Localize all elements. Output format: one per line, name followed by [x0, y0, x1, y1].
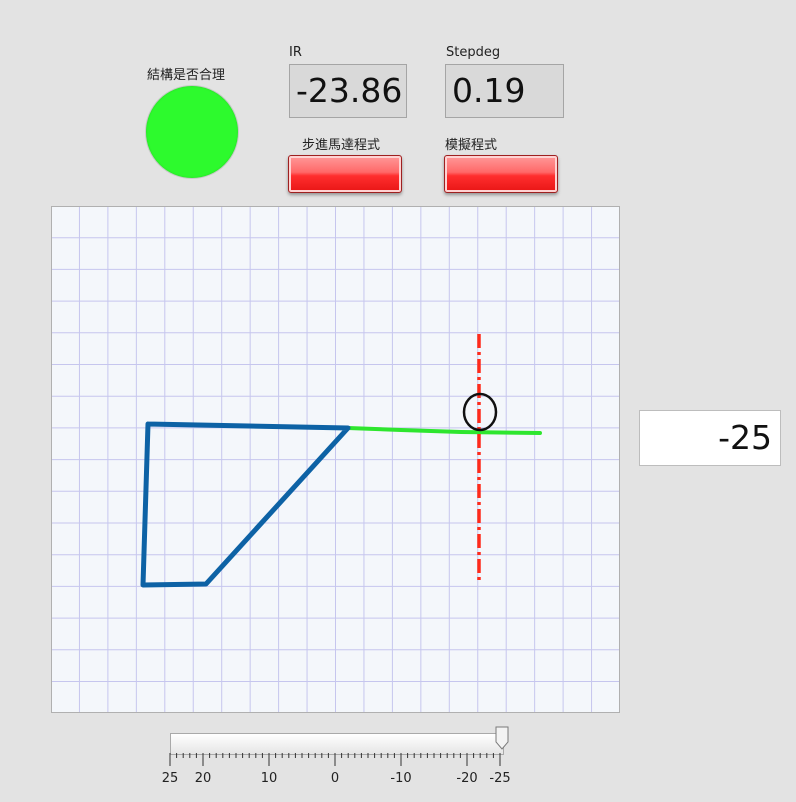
slider-thumb[interactable]: [495, 726, 509, 750]
stepper-program-button[interactable]: [288, 155, 402, 193]
structure-valid-led: [146, 86, 238, 178]
slider-tick-label: 20: [195, 771, 212, 786]
led-label: 結構是否合理: [147, 68, 226, 83]
angle-numeric-control[interactable]: -25: [639, 410, 781, 466]
sim-button-label: 模擬程式: [445, 138, 498, 153]
slider-tick-label: 25: [162, 771, 179, 786]
ir-label: IR: [289, 45, 302, 60]
slider-scale: 25 20 10 0 -10 -20 -25: [162, 753, 511, 786]
slider-tick-label: 10: [261, 771, 278, 786]
stepdeg-indicator: 0.19: [445, 64, 564, 118]
slider-tick-label: -25: [489, 771, 510, 786]
sim-program-button[interactable]: [444, 155, 558, 193]
slider-tick-label: -10: [390, 771, 411, 786]
slider-tick-label: -20: [456, 771, 477, 786]
slider-tick-label: 0: [331, 771, 339, 786]
stepdeg-label: Stepdeg: [446, 45, 501, 60]
stepper-button-label: 步進馬達程式: [302, 138, 381, 153]
ir-indicator: -23.86: [289, 64, 407, 118]
xy-graph: [51, 206, 620, 713]
